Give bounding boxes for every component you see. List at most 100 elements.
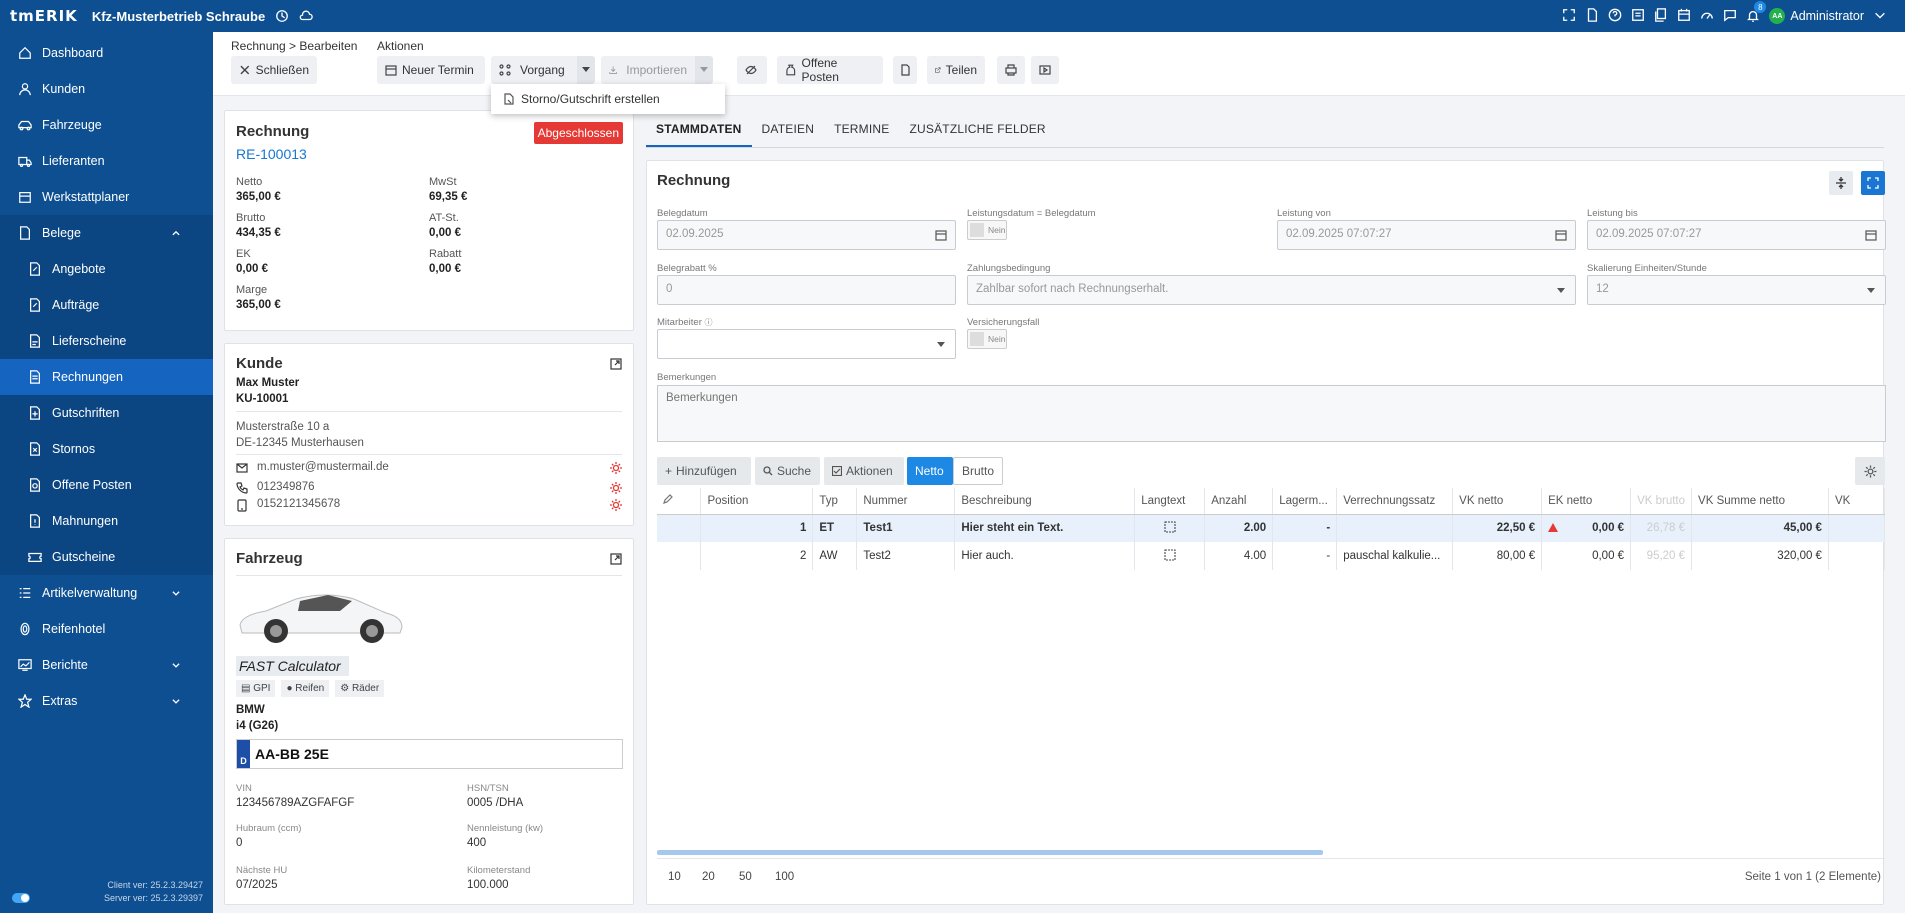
row-drag-cell[interactable]	[657, 514, 702, 542]
versicherung-toggle[interactable]: Nein	[967, 329, 1007, 349]
open-items-button[interactable]: Offene Posten	[777, 56, 883, 84]
add-position-button[interactable]: + Hinzufügen	[657, 457, 751, 485]
column-header-lager[interactable]: Lagerm...	[1272, 488, 1338, 515]
sidebar-item-stornos[interactable]: Stornos	[0, 431, 213, 467]
zahlung-select[interactable]: Zahlbar sofort nach Rechnungserhalt.	[967, 275, 1576, 305]
dropdown-item-storno[interactable]: Storno/Gutschrift erstellen	[521, 92, 660, 106]
page-size-10[interactable]: 10	[668, 871, 681, 883]
cell-ek-netto[interactable]: 0,00 €	[1541, 542, 1632, 570]
open-external-icon[interactable]	[610, 553, 622, 565]
column-header-vk-summe-netto[interactable]: VK Summe netto	[1691, 488, 1829, 515]
print-button[interactable]	[997, 56, 1025, 84]
grid-settings-button[interactable]	[1855, 457, 1885, 485]
sidebar-item-offene-posten[interactable]: Offene Posten	[0, 467, 213, 503]
column-header-vk-netto[interactable]: VK netto	[1452, 488, 1543, 515]
sidebar-item-reifenhotel[interactable]: Reifenhotel	[0, 611, 213, 647]
help-icon[interactable]	[1608, 8, 1622, 25]
search-button[interactable]: Suche	[755, 457, 820, 485]
sidebar-item-fahrzeuge[interactable]: Fahrzeuge	[0, 107, 213, 143]
tab-zusaetzliche-felder[interactable]: ZUSÄTZLICHE FELDER	[899, 110, 1055, 147]
sidebar-item-rechnungen[interactable]: Rechnungen	[0, 359, 213, 395]
chip-gpi[interactable]: ▤ GPI	[236, 680, 276, 697]
skalierung-select[interactable]: 12	[1587, 275, 1886, 305]
copy-document-button[interactable]	[893, 56, 917, 84]
tab-termine[interactable]: TERMINE	[824, 110, 899, 147]
sidebar-item-werkstattplaner[interactable]: Werkstattplaner	[0, 179, 213, 215]
cell-verrechnungssatz[interactable]: pauschal kalkulie...	[1336, 542, 1454, 570]
cell-position[interactable]: 2	[700, 542, 814, 570]
cell-vk-summe[interactable]: 320,00 €	[1691, 542, 1829, 570]
present-button[interactable]	[1031, 56, 1059, 84]
netto-toggle[interactable]: Netto	[907, 457, 953, 485]
speedometer-icon[interactable]	[1700, 8, 1714, 25]
column-header-beschreibung[interactable]: Beschreibung	[954, 488, 1136, 515]
settings-icon[interactable]	[610, 462, 622, 474]
mitarbeiter-select[interactable]	[657, 329, 956, 359]
leistung-bis-input[interactable]: 02.09.2025 07:07:27	[1587, 220, 1886, 250]
settings-icon[interactable]	[610, 499, 622, 511]
cell-ek-netto[interactable]: 0,00 €	[1541, 514, 1632, 542]
table-row[interactable]: 2 AW Test2 Hier auch. 4.00 - pauschal ka…	[657, 542, 1886, 570]
leistung-von-input[interactable]: 02.09.2025 07:07:27	[1277, 220, 1576, 250]
cell-typ[interactable]: ET	[812, 514, 858, 542]
notifications-icon[interactable]: 8	[1746, 1, 1767, 23]
column-header-typ[interactable]: Typ	[812, 488, 858, 515]
column-header-langtext[interactable]: Langtext	[1134, 488, 1206, 515]
table-row[interactable]: 1 ET Test1 Hier steht ein Text. 2.00 - 2…	[657, 514, 1886, 542]
grid-actions-button[interactable]: Aktionen	[824, 457, 904, 485]
process-dropdown-menu[interactable]: Storno/Gutschrift erstellen	[491, 84, 725, 114]
note-icon[interactable]	[1164, 548, 1176, 561]
cell-vk-netto[interactable]: 80,00 €	[1452, 542, 1543, 570]
sidebar-item-dashboard[interactable]: Dashboard	[0, 35, 213, 71]
cell-langtext[interactable]	[1134, 542, 1206, 570]
cell-langtext[interactable]	[1134, 514, 1206, 542]
cell-beschreibung[interactable]: Hier steht ein Text.	[954, 514, 1136, 542]
sidebar-item-berichte[interactable]: Berichte	[0, 647, 213, 683]
chevron-down-icon[interactable]	[1873, 8, 1887, 25]
sidebar-item-gutschriften[interactable]: Gutschriften	[0, 395, 213, 431]
sidebar-item-extras[interactable]: Extras	[0, 683, 213, 719]
chip-raeder[interactable]: ⚙ Räder	[335, 680, 385, 697]
page-size-100[interactable]: 100	[775, 871, 794, 883]
open-external-icon[interactable]	[610, 358, 622, 370]
calendar-icon[interactable]	[1677, 8, 1691, 25]
column-header-verrechnungssatz[interactable]: Verrechnungssatz	[1336, 488, 1454, 515]
close-button[interactable]: Schließen	[231, 56, 317, 84]
page-size-20[interactable]: 20	[702, 871, 715, 883]
compress-button[interactable]	[1829, 171, 1853, 195]
calendar-icon[interactable]	[935, 229, 947, 241]
customer-name[interactable]: Max Muster	[236, 377, 299, 389]
share-button[interactable]: Teilen	[927, 56, 985, 84]
cell-beschreibung[interactable]: Hier auch.	[954, 542, 1136, 570]
cell-vk-brutto[interactable]: 95,20 €	[1630, 542, 1693, 570]
column-header-ek-netto[interactable]: EK netto	[1541, 488, 1632, 515]
tab-stammdaten[interactable]: STAMMDATEN	[646, 110, 752, 147]
calendar-icon[interactable]	[1555, 229, 1567, 241]
leistungsdatum-toggle[interactable]: Nein	[967, 220, 1007, 240]
column-header-vk-brutto[interactable]: VK brutto	[1630, 488, 1693, 515]
cell-vk-brutto[interactable]: 26,78 €	[1630, 514, 1693, 542]
column-header-anzahl[interactable]: Anzahl	[1204, 488, 1274, 515]
breadcrumb[interactable]: Rechnung > Bearbeiten	[231, 39, 357, 53]
sidebar-item-kunden[interactable]: Kunden	[0, 71, 213, 107]
user-name[interactable]: Administrator	[1790, 9, 1864, 23]
process-button[interactable]: Vorgang	[491, 56, 577, 84]
cell-vk[interactable]	[1828, 514, 1886, 542]
cell-anzahl[interactable]: 2.00	[1204, 514, 1274, 542]
notes-icon[interactable]	[1631, 8, 1645, 25]
hide-button[interactable]	[737, 56, 767, 84]
fullscreen-icon[interactable]	[1562, 8, 1576, 25]
invoice-number[interactable]: RE-100013	[236, 146, 307, 162]
customer-mobile[interactable]: 0152121345678	[257, 498, 340, 510]
sidebar-item-gutscheine[interactable]: Gutscheine	[0, 539, 213, 575]
cell-verrechnungssatz[interactable]	[1336, 514, 1454, 542]
process-dropdown-toggle[interactable]	[577, 56, 595, 84]
cell-typ[interactable]: AW	[812, 542, 858, 570]
note-icon[interactable]	[1164, 521, 1176, 533]
sidebar-item-angebote[interactable]: Angebote	[0, 251, 213, 287]
chip-reifen[interactable]: ● Reifen	[281, 680, 330, 697]
horizontal-scrollbar[interactable]	[657, 850, 1323, 855]
column-header-vk[interactable]: VK	[1828, 488, 1886, 515]
messages-icon[interactable]	[1723, 8, 1737, 25]
tab-dateien[interactable]: DATEIEN	[752, 110, 825, 147]
